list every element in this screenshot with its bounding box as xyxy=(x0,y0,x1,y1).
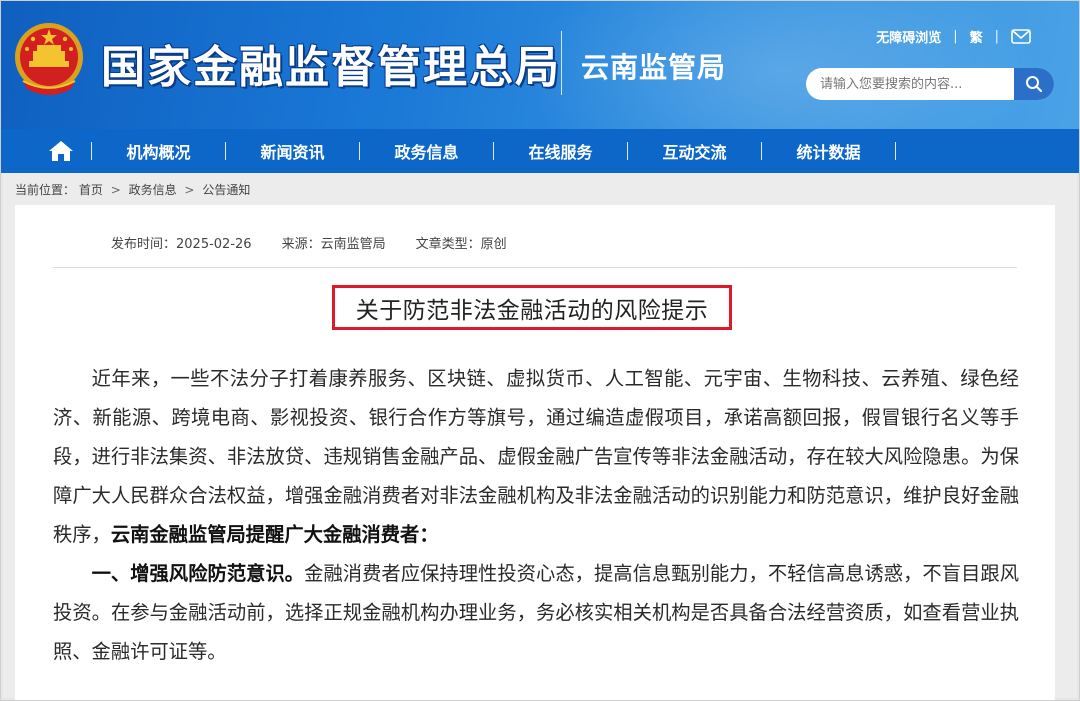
breadcrumb: 当前位置： 首页 > 政务信息 > 公告通知 xyxy=(15,181,250,198)
paragraph-2-heading: 一、增强风险防范意识。 xyxy=(91,562,305,585)
meta-divider xyxy=(53,267,1017,268)
sub-title[interactable]: 云南监管局 xyxy=(581,46,726,86)
breadcrumb-gov-info[interactable]: 政务信息 xyxy=(129,183,177,197)
link-separator: | xyxy=(994,29,999,44)
breadcrumb-notices[interactable]: 公告通知 xyxy=(202,183,250,197)
breadcrumb-prefix: 当前位置： xyxy=(15,183,76,197)
article-title: 关于防范非法金融活动的风险提示 xyxy=(355,297,709,324)
type-value: 原创 xyxy=(480,237,507,252)
article-body: 近年来，一些不法分子打着康养服务、区块链、虚拟货币、人工智能、元宇宙、生物科技、… xyxy=(53,359,1019,671)
main-nav: 机构概况 新闻资讯 政务信息 在线服务 互动交流 统计数据 xyxy=(1,129,1079,173)
paragraph-1-bold: 云南金融监管局提醒广大金融消费者： xyxy=(110,523,439,546)
paragraph-1: 近年来，一些不法分子打着康养服务、区块链、虚拟货币、人工智能、元宇宙、生物科技、… xyxy=(53,359,1019,554)
search-box xyxy=(806,68,1054,100)
home-icon xyxy=(49,141,73,161)
title-divider xyxy=(561,31,562,95)
nav-item-online-service[interactable]: 在线服务 xyxy=(494,139,627,163)
breadcrumb-home[interactable]: 首页 xyxy=(79,183,103,197)
top-links: 无障碍浏览 | 繁 | xyxy=(876,27,1031,46)
type-label: 文章类型： xyxy=(415,237,481,252)
nav-item-org[interactable]: 机构概况 xyxy=(92,139,225,163)
article-meta: 发布时间：2025-02-26 来源：云南监管局 文章类型：原创 xyxy=(111,233,507,252)
nav-item-statistics[interactable]: 统计数据 xyxy=(762,139,895,163)
national-emblem-icon xyxy=(15,23,83,95)
source-label: 来源： xyxy=(281,237,321,252)
breadcrumb-separator: > xyxy=(110,183,121,197)
nav-item-interaction[interactable]: 互动交流 xyxy=(628,139,761,163)
site-header: 国家金融监督管理总局 云南监管局 无障碍浏览 | 繁 | xyxy=(1,1,1079,129)
traditional-chinese-link[interactable]: 繁 xyxy=(970,27,983,46)
paragraph-1-text: 近年来，一些不法分子打着康养服务、区块链、虚拟货币、人工智能、元宇宙、生物科技、… xyxy=(53,367,1019,546)
article-title-highlight: 关于防范非法金融活动的风险提示 xyxy=(332,285,732,330)
site-title[interactable]: 国家金融监督管理总局 xyxy=(101,31,561,95)
page-frame: 国家金融监督管理总局 云南监管局 无障碍浏览 | 繁 | 请输入您要搜索的内容.… xyxy=(0,0,1080,701)
nav-item-news[interactable]: 新闻资讯 xyxy=(226,139,359,163)
source-value: 云南监管局 xyxy=(320,237,386,252)
breadcrumb-separator: > xyxy=(184,183,195,197)
publish-label: 发布时间： xyxy=(111,237,177,252)
nav-home[interactable] xyxy=(31,129,91,173)
publish-date: 2025-02-26 xyxy=(176,237,252,252)
article-panel: 发布时间：2025-02-26 来源：云南监管局 文章类型：原创 关于防范非法金融活… xyxy=(15,205,1055,700)
nav-item-gov-info[interactable]: 政务信息 xyxy=(360,139,493,163)
search-input[interactable] xyxy=(806,68,1014,100)
accessibility-link[interactable]: 无障碍浏览 xyxy=(876,27,941,46)
nav-separator xyxy=(895,142,896,160)
link-separator: | xyxy=(953,29,958,44)
mail-icon[interactable] xyxy=(1011,29,1031,44)
search-button[interactable] xyxy=(1014,68,1054,100)
search-icon xyxy=(1026,76,1043,93)
paragraph-2: 一、增强风险防范意识。金融消费者应保持理性投资心态，提高信息甄别能力，不轻信高息… xyxy=(53,554,1019,671)
